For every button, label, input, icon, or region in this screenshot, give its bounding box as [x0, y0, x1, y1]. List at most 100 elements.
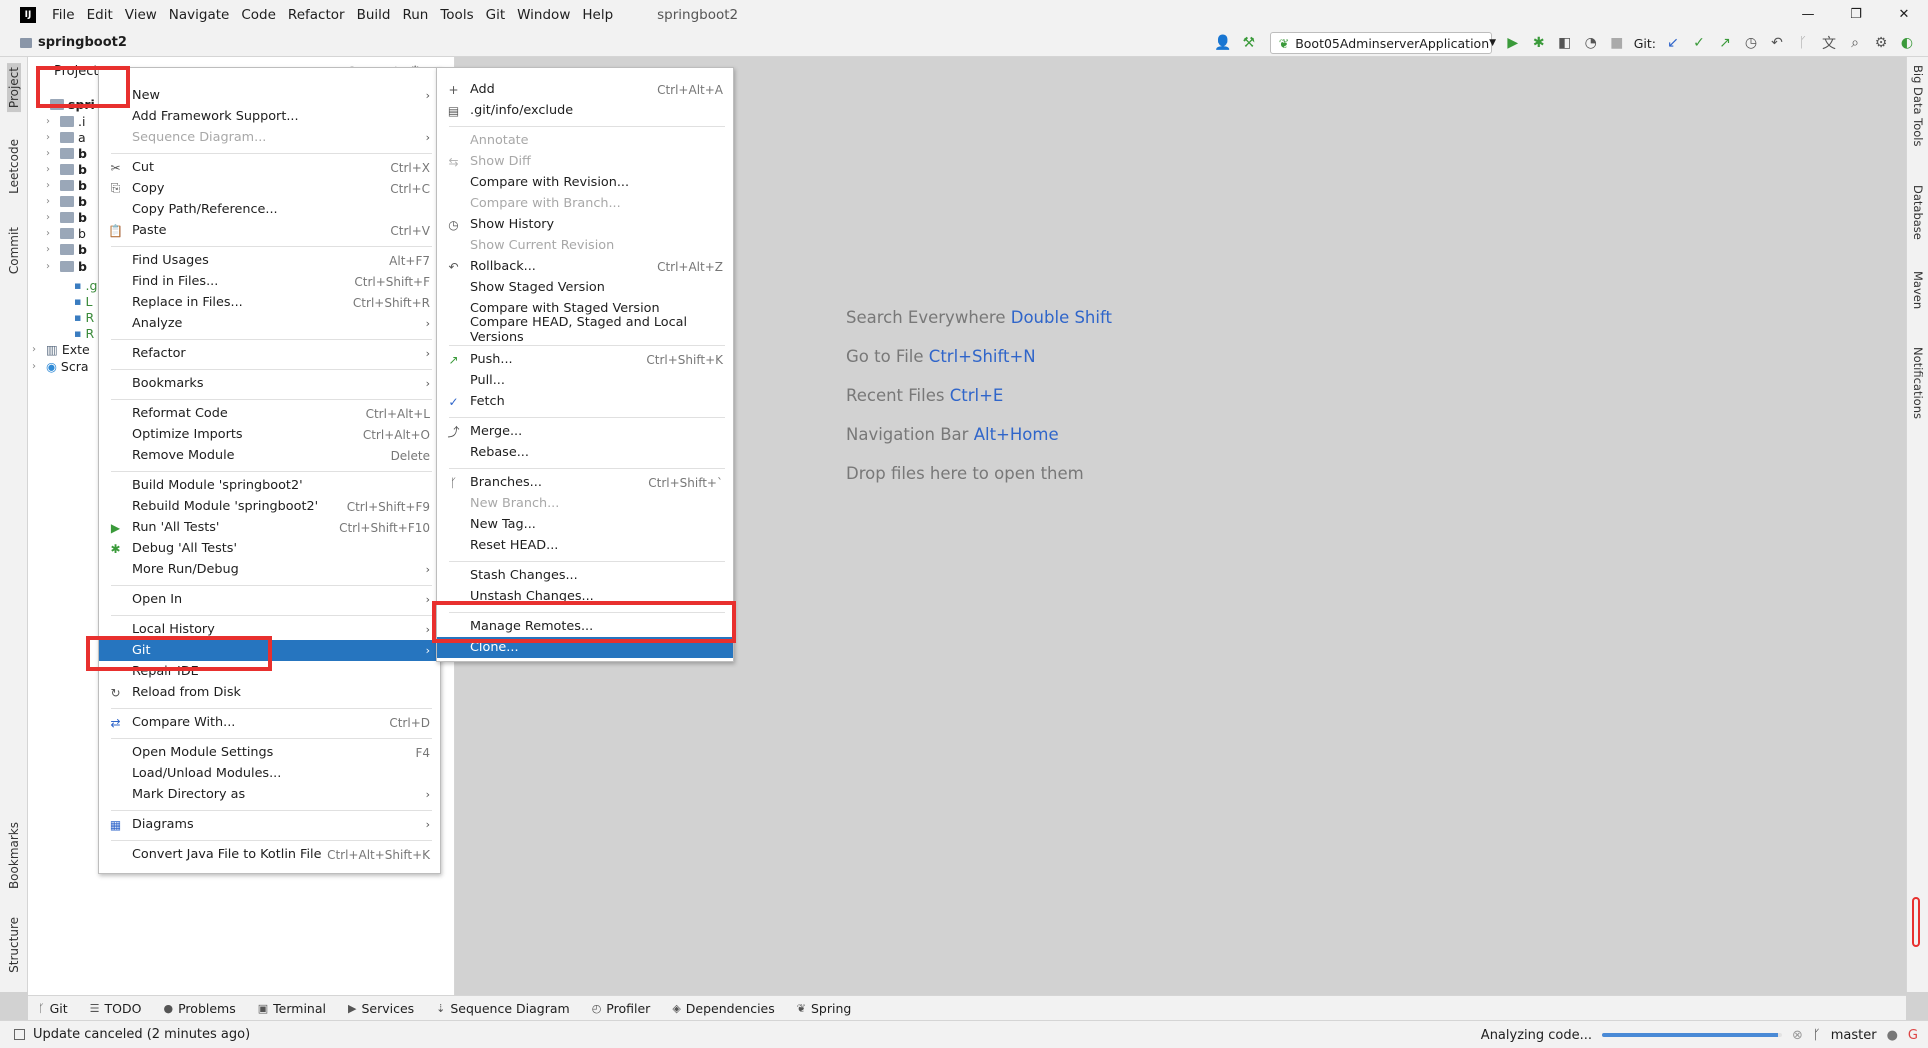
project-tool-tab[interactable]: Project	[7, 63, 21, 113]
menu-item-paste[interactable]: 📋 Paste Ctrl+V	[99, 220, 440, 241]
chevron-icon[interactable]: ›	[46, 212, 60, 223]
bottom-tab-todo[interactable]: ☰ TODO	[90, 1001, 142, 1016]
menu-help[interactable]: Help	[576, 7, 619, 23]
git-branch-label[interactable]: master	[1831, 1028, 1877, 1043]
menu-navigate[interactable]: Navigate	[163, 7, 236, 23]
menu-item-show-staged-version[interactable]: Show Staged Version	[437, 277, 733, 298]
menu-tools[interactable]: Tools	[434, 7, 479, 23]
bottom-tab-spring[interactable]: ❦ Spring	[797, 1001, 852, 1016]
push-icon[interactable]: ↗	[1712, 35, 1738, 51]
branches-icon[interactable]: ᚴ	[1790, 35, 1816, 51]
menu-item-push[interactable]: ↗ Push... Ctrl+Shift+K	[437, 349, 733, 370]
menu-item-rebase[interactable]: Rebase...	[437, 442, 733, 463]
menu-build[interactable]: Build	[351, 7, 397, 23]
menu-item-add-framework-support[interactable]: Add Framework Support...	[99, 106, 440, 127]
profile-icon[interactable]: ◔	[1578, 35, 1604, 51]
plugin-logo-icon[interactable]: ◐	[1894, 35, 1920, 51]
status-square-icon[interactable]	[14, 1029, 25, 1040]
menu-git[interactable]: Git	[480, 7, 512, 23]
menu-item-remove-module[interactable]: Remove Module Delete	[99, 445, 440, 466]
menu-item-bookmarks[interactable]: Bookmarks ›	[99, 373, 440, 394]
menu-item-rollback[interactable]: ↶ Rollback... Ctrl+Alt+Z	[437, 256, 733, 277]
menu-item-diagrams[interactable]: ▦ Diagrams ›	[99, 814, 440, 835]
translate-icon[interactable]: 文	[1816, 33, 1842, 53]
menu-item-find-usages[interactable]: Find Usages Alt+F7	[99, 250, 440, 271]
menu-item-stash-changes[interactable]: Stash Changes...	[437, 565, 733, 586]
menu-run[interactable]: Run	[396, 7, 434, 23]
bottom-tab-profiler[interactable]: ◴ Profiler	[592, 1001, 651, 1016]
menu-window[interactable]: Window	[511, 7, 576, 23]
menu-item-new[interactable]: New ›	[99, 85, 440, 106]
menu-item-refactor[interactable]: Refactor ›	[99, 343, 440, 364]
restore-button[interactable]: ❐	[1832, 0, 1880, 29]
menu-item-run-all-tests[interactable]: ▶ Run 'All Tests' Ctrl+Shift+F10	[99, 517, 440, 538]
menu-item-mark-directory-as[interactable]: Mark Directory as ›	[99, 784, 440, 805]
menu-item-pull[interactable]: Pull...	[437, 370, 733, 391]
commit-tool-tab[interactable]: Commit	[7, 227, 21, 274]
menu-item-compare-with[interactable]: ⇄ Compare With... Ctrl+D	[99, 712, 440, 733]
chevron-icon[interactable]: ›	[46, 180, 60, 191]
database-tab[interactable]: Database	[1911, 185, 1925, 240]
history-icon[interactable]: ◷	[1738, 35, 1764, 51]
chevron-icon[interactable]: ›	[46, 244, 60, 255]
close-button[interactable]: ✕	[1880, 0, 1928, 29]
memory-icon[interactable]: ●	[1887, 1028, 1898, 1043]
menu-item-more-run-debug[interactable]: More Run/Debug ›	[99, 559, 440, 580]
chevron-icon[interactable]: ›	[46, 196, 60, 207]
menu-item-reset-head[interactable]: Reset HEAD...	[437, 535, 733, 556]
status-message[interactable]: Update canceled (2 minutes ago)	[33, 1027, 250, 1042]
menu-item-compare-head-staged-and-local-versions[interactable]: Compare HEAD, Staged and Local Versions	[437, 315, 733, 345]
menu-file[interactable]: File	[46, 7, 81, 23]
chevron-icon[interactable]: ›	[32, 344, 46, 355]
chevron-icon[interactable]: ›	[32, 361, 46, 372]
cancel-process-icon[interactable]: ⊗	[1792, 1028, 1803, 1043]
build-hammer-icon[interactable]: ⚒	[1236, 35, 1262, 51]
menu-item-new-tag[interactable]: New Tag...	[437, 514, 733, 535]
intellij-logo-icon[interactable]: IJ	[20, 6, 36, 23]
chevron-icon[interactable]: ›	[46, 132, 60, 143]
menu-item-debug-all-tests[interactable]: ✱ Debug 'All Tests'	[99, 538, 440, 559]
notifications-tab[interactable]: Notifications	[1911, 347, 1925, 419]
menu-item-optimize-imports[interactable]: Optimize Imports Ctrl+Alt+O	[99, 424, 440, 445]
bottom-tab-terminal[interactable]: ▣ Terminal	[258, 1001, 326, 1016]
big-data-tools-tab[interactable]: Big Data Tools	[1911, 65, 1925, 146]
menu-item-analyze[interactable]: Analyze ›	[99, 313, 440, 334]
menu-item-open-module-settings[interactable]: Open Module Settings F4	[99, 742, 440, 763]
menu-item-open-in[interactable]: Open In ›	[99, 589, 440, 610]
google-icon[interactable]: G	[1908, 1028, 1918, 1043]
maven-tab[interactable]: Maven	[1911, 271, 1925, 309]
menu-item-build-module-springboot2[interactable]: Build Module 'springboot2'	[99, 475, 440, 496]
user-icon[interactable]: 👤	[1210, 35, 1236, 51]
bottom-tab-problems[interactable]: ● Problems	[164, 1001, 236, 1016]
menu-item-reformat-code[interactable]: Reformat Code Ctrl+Alt+L	[99, 403, 440, 424]
bottom-tab-dependencies[interactable]: ◈ Dependencies	[672, 1001, 774, 1016]
menu-item-branches[interactable]: ᚴ Branches... Ctrl+Shift+`	[437, 472, 733, 493]
menu-item-replace-in-files[interactable]: Replace in Files... Ctrl+Shift+R	[99, 292, 440, 313]
menu-item-find-in-files[interactable]: Find in Files... Ctrl+Shift+F	[99, 271, 440, 292]
coverage-icon[interactable]: ◧	[1552, 35, 1578, 51]
bottom-tab-sequence-diagram[interactable]: ⇣ Sequence Diagram	[436, 1001, 570, 1016]
menu-item-add[interactable]: + Add Ctrl+Alt+A	[437, 79, 733, 100]
menu-item-cut[interactable]: ✂ Cut Ctrl+X	[99, 157, 440, 178]
menu-item-convert-java-file-to-kotlin-file[interactable]: Convert Java File to Kotlin File Ctrl+Alt…	[99, 844, 440, 865]
bookmarks-tool-tab[interactable]: Bookmarks	[7, 822, 21, 889]
commit-icon[interactable]: ✓	[1686, 35, 1712, 51]
chevron-icon[interactable]: ›	[46, 164, 60, 175]
menu-code[interactable]: Code	[235, 7, 282, 23]
breadcrumb-project[interactable]: springboot2	[38, 35, 127, 50]
rollback-icon[interactable]: ↶	[1764, 35, 1790, 51]
scroll-indicator[interactable]	[1912, 897, 1920, 947]
menu-edit[interactable]: Edit	[81, 7, 119, 23]
chevron-icon[interactable]: ›	[46, 261, 60, 272]
menu-item-merge[interactable]: ⤴ Merge...	[437, 421, 733, 442]
menu-item-load-unload-modules[interactable]: Load/Unload Modules...	[99, 763, 440, 784]
chevron-icon[interactable]: ›	[46, 148, 60, 159]
structure-tool-tab[interactable]: Structure	[7, 917, 21, 973]
menu-item-reload-from-disk[interactable]: ↻ Reload from Disk	[99, 682, 440, 703]
menu-refactor[interactable]: Refactor	[282, 7, 351, 23]
search-icon[interactable]: ⌕	[1842, 35, 1868, 51]
run-config-select[interactable]: ❦ Boot05AdminserverApplication ▼	[1269, 32, 1496, 54]
tree-item[interactable]: › b	[46, 256, 87, 276]
leetcode-tool-tab[interactable]: Leetcode	[7, 139, 21, 194]
menu-view[interactable]: View	[119, 7, 163, 23]
